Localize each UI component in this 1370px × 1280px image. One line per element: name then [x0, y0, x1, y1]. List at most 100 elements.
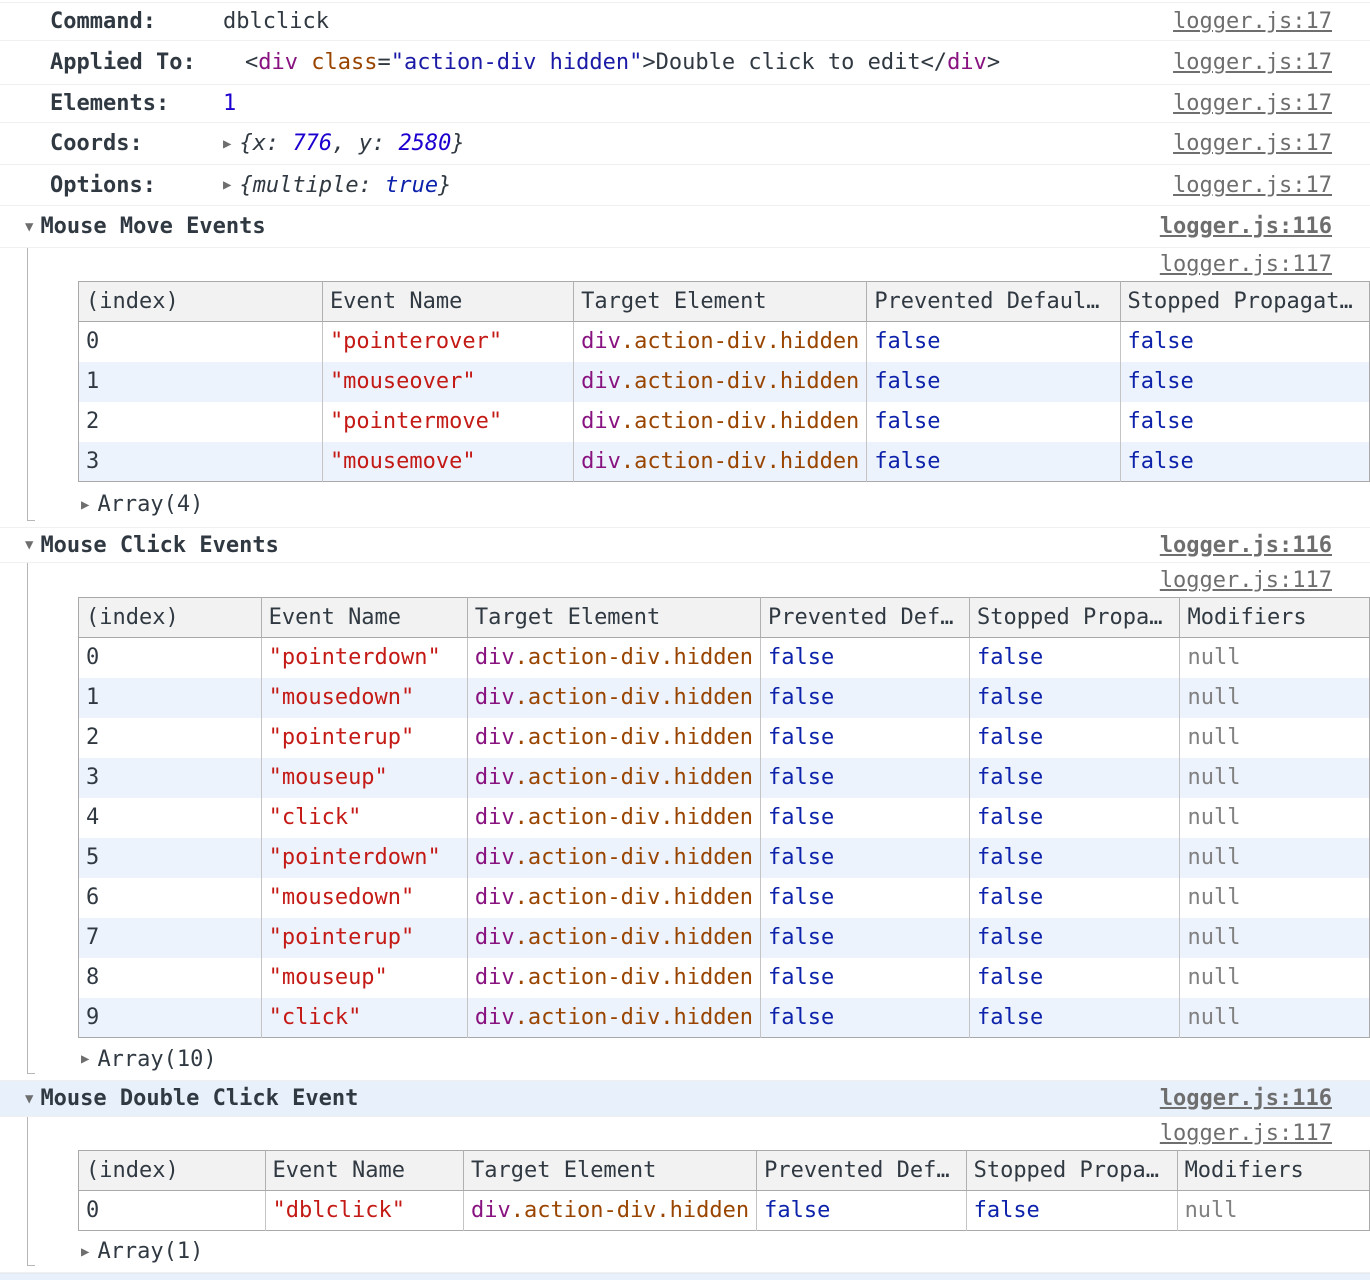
table-row: 3"mouseup"div.action-div.hiddenfalsefals…: [79, 758, 1370, 798]
column-header-stopped[interactable]: Stopped Propa…: [966, 1151, 1177, 1191]
table-header-row[interactable]: (index)Event NameTarget ElementPrevented…: [79, 1151, 1370, 1191]
index-cell: 1: [79, 678, 262, 718]
source-link[interactable]: logger.js:116: [1160, 214, 1332, 239]
class-selector: .action-div.hidden: [515, 805, 753, 830]
console-table-mouse-click[interactable]: (index)Event NameTarget ElementPrevented…: [78, 597, 1370, 1038]
table-row: 2"pointermove"div.action-div.hiddenfalse…: [79, 402, 1370, 442]
event-cell: "mousedown": [261, 878, 467, 918]
expand-arrow-icon[interactable]: ▶: [81, 1051, 89, 1067]
event-cell: "click": [261, 798, 467, 838]
column-header-index[interactable]: (index): [79, 1151, 266, 1191]
comma: ,: [332, 131, 359, 156]
table-header-row[interactable]: (index)Event NameTarget ElementPrevented…: [79, 598, 1370, 638]
console-table-mouse-move[interactable]: (index)Event NameTarget ElementPrevented…: [78, 281, 1370, 482]
class-selector: .action-div.hidden: [515, 765, 753, 790]
closing-bracket: </: [921, 50, 948, 75]
group-header-mouse-click-events[interactable]: ▼ Mouse Click Events logger.js:116: [0, 528, 1370, 563]
column-header-index[interactable]: (index): [79, 598, 262, 638]
table-row: 8"mouseup"div.action-div.hiddenfalsefals…: [79, 958, 1370, 998]
column-header-prevented[interactable]: Prevented Def…: [757, 1151, 966, 1191]
source-link[interactable]: logger.js:117: [1160, 252, 1332, 277]
expand-arrow-icon[interactable]: ▶: [223, 177, 231, 193]
column-header-modifiers[interactable]: Modifiers: [1177, 1151, 1369, 1191]
target-element-cell[interactable]: div.action-div.hidden: [467, 958, 760, 998]
index-cell: 8: [79, 958, 262, 998]
column-header-modifiers[interactable]: Modifiers: [1180, 598, 1370, 638]
column-header-target[interactable]: Target Element: [463, 1151, 756, 1191]
target-element-cell[interactable]: div.action-div.hidden: [467, 718, 760, 758]
options-object-preview[interactable]: {multiple: true}: [239, 173, 451, 198]
prevented-cell: false: [761, 878, 970, 918]
devtools-console: Command: dblclick logger.js:17 Applied T…: [0, 0, 1370, 1280]
expand-arrow-icon[interactable]: ▶: [223, 136, 231, 152]
command-value: dblclick: [223, 9, 329, 34]
stopped-cell: false: [970, 958, 1180, 998]
target-element-cell[interactable]: div.action-div.hidden: [467, 798, 760, 838]
stopped-cell: false: [1120, 322, 1369, 362]
collapse-arrow-icon[interactable]: ▼: [25, 1091, 33, 1107]
target-element-cell[interactable]: div.action-div.hidden: [467, 998, 760, 1038]
source-link[interactable]: logger.js:17: [1173, 91, 1332, 116]
group-header-mouse-move-events[interactable]: ▼ Mouse Move Events logger.js:116: [0, 206, 1370, 248]
coords-object-preview[interactable]: {x: 776, y: 2580}: [239, 131, 464, 156]
source-link[interactable]: logger.js:17: [1173, 173, 1332, 198]
target-element-cell[interactable]: div.action-div.hidden: [467, 878, 760, 918]
console-table-double-click[interactable]: (index)Event NameTarget ElementPrevented…: [78, 1150, 1370, 1231]
class-selector: .action-div.hidden: [515, 845, 753, 870]
table-row: 4"click"div.action-div.hiddenfalsefalsen…: [79, 798, 1370, 838]
column-header-stopped[interactable]: Stopped Propa…: [970, 598, 1180, 638]
expand-arrow-icon[interactable]: ▶: [81, 1244, 89, 1260]
array-toggle[interactable]: ▶ Array(1): [78, 1231, 1370, 1272]
collapse-arrow-icon[interactable]: ▼: [25, 219, 33, 235]
column-header-index[interactable]: (index): [79, 282, 323, 322]
source-link[interactable]: logger.js:116: [1160, 533, 1332, 558]
attribute-name: class: [311, 50, 377, 75]
source-link[interactable]: logger.js:116: [1160, 1086, 1332, 1111]
target-element-cell[interactable]: div.action-div.hidden: [463, 1191, 756, 1231]
index-cell: 9: [79, 998, 262, 1038]
table-header-row[interactable]: (index)Event NameTarget ElementPrevented…: [79, 282, 1370, 322]
brace: {: [239, 173, 252, 198]
column-header-stopped[interactable]: Stopped Propagat…: [1120, 282, 1369, 322]
array-label: Array(4): [97, 492, 203, 517]
column-header-target[interactable]: Target Element: [467, 598, 760, 638]
column-header-event[interactable]: Event Name: [265, 1151, 463, 1191]
property-key-x: x:: [253, 131, 293, 156]
target-element-cell[interactable]: div.action-div.hidden: [574, 442, 867, 482]
event-cell: "click": [261, 998, 467, 1038]
array-toggle[interactable]: ▶ Array(10): [78, 1038, 1370, 1080]
target-element-cell[interactable]: div.action-div.hidden: [467, 678, 760, 718]
column-header-prevented[interactable]: Prevented Def…: [761, 598, 970, 638]
column-header-event[interactable]: Event Name: [261, 598, 467, 638]
table-row: 5"pointerdown"div.action-div.hiddenfalse…: [79, 838, 1370, 878]
source-link[interactable]: logger.js:117: [1160, 1121, 1332, 1146]
target-element-cell[interactable]: div.action-div.hidden: [574, 322, 867, 362]
brace: }: [451, 131, 464, 156]
source-link[interactable]: logger.js:117: [1160, 568, 1332, 593]
element-preview[interactable]: <div class="action-div hidden">Double cl…: [245, 50, 1000, 75]
source-link[interactable]: logger.js:17: [1173, 50, 1332, 75]
target-element-cell[interactable]: div.action-div.hidden: [467, 838, 760, 878]
array-toggle[interactable]: ▶ Array(4): [78, 482, 1370, 527]
modifiers-cell: null: [1177, 1191, 1369, 1231]
log-label-command: Command:: [50, 9, 223, 34]
group-header-mouse-double-click-event[interactable]: ▼ Mouse Double Click Event logger.js:116: [0, 1081, 1370, 1117]
column-header-prevented[interactable]: Prevented Defaul…: [867, 282, 1120, 322]
collapse-arrow-icon[interactable]: ▼: [25, 537, 33, 553]
source-link[interactable]: logger.js:17: [1173, 131, 1332, 156]
console-message-command: Command: dblclick logger.js:17: [0, 2, 1370, 41]
modifiers-cell: null: [1180, 798, 1370, 838]
column-header-event[interactable]: Event Name: [322, 282, 573, 322]
column-header-target[interactable]: Target Element: [574, 282, 867, 322]
tag-name: div: [258, 50, 298, 75]
source-link[interactable]: logger.js:17: [1173, 9, 1332, 34]
tag-name: div: [475, 885, 515, 910]
expand-arrow-icon[interactable]: ▶: [81, 497, 89, 513]
target-element-cell[interactable]: div.action-div.hidden: [574, 362, 867, 402]
target-element-cell[interactable]: div.action-div.hidden: [467, 918, 760, 958]
tag-name: div: [475, 1005, 515, 1030]
target-element-cell[interactable]: div.action-div.hidden: [467, 758, 760, 798]
target-element-cell[interactable]: div.action-div.hidden: [574, 402, 867, 442]
log-label-applied-to: Applied To:: [50, 50, 223, 75]
target-element-cell[interactable]: div.action-div.hidden: [467, 638, 760, 678]
